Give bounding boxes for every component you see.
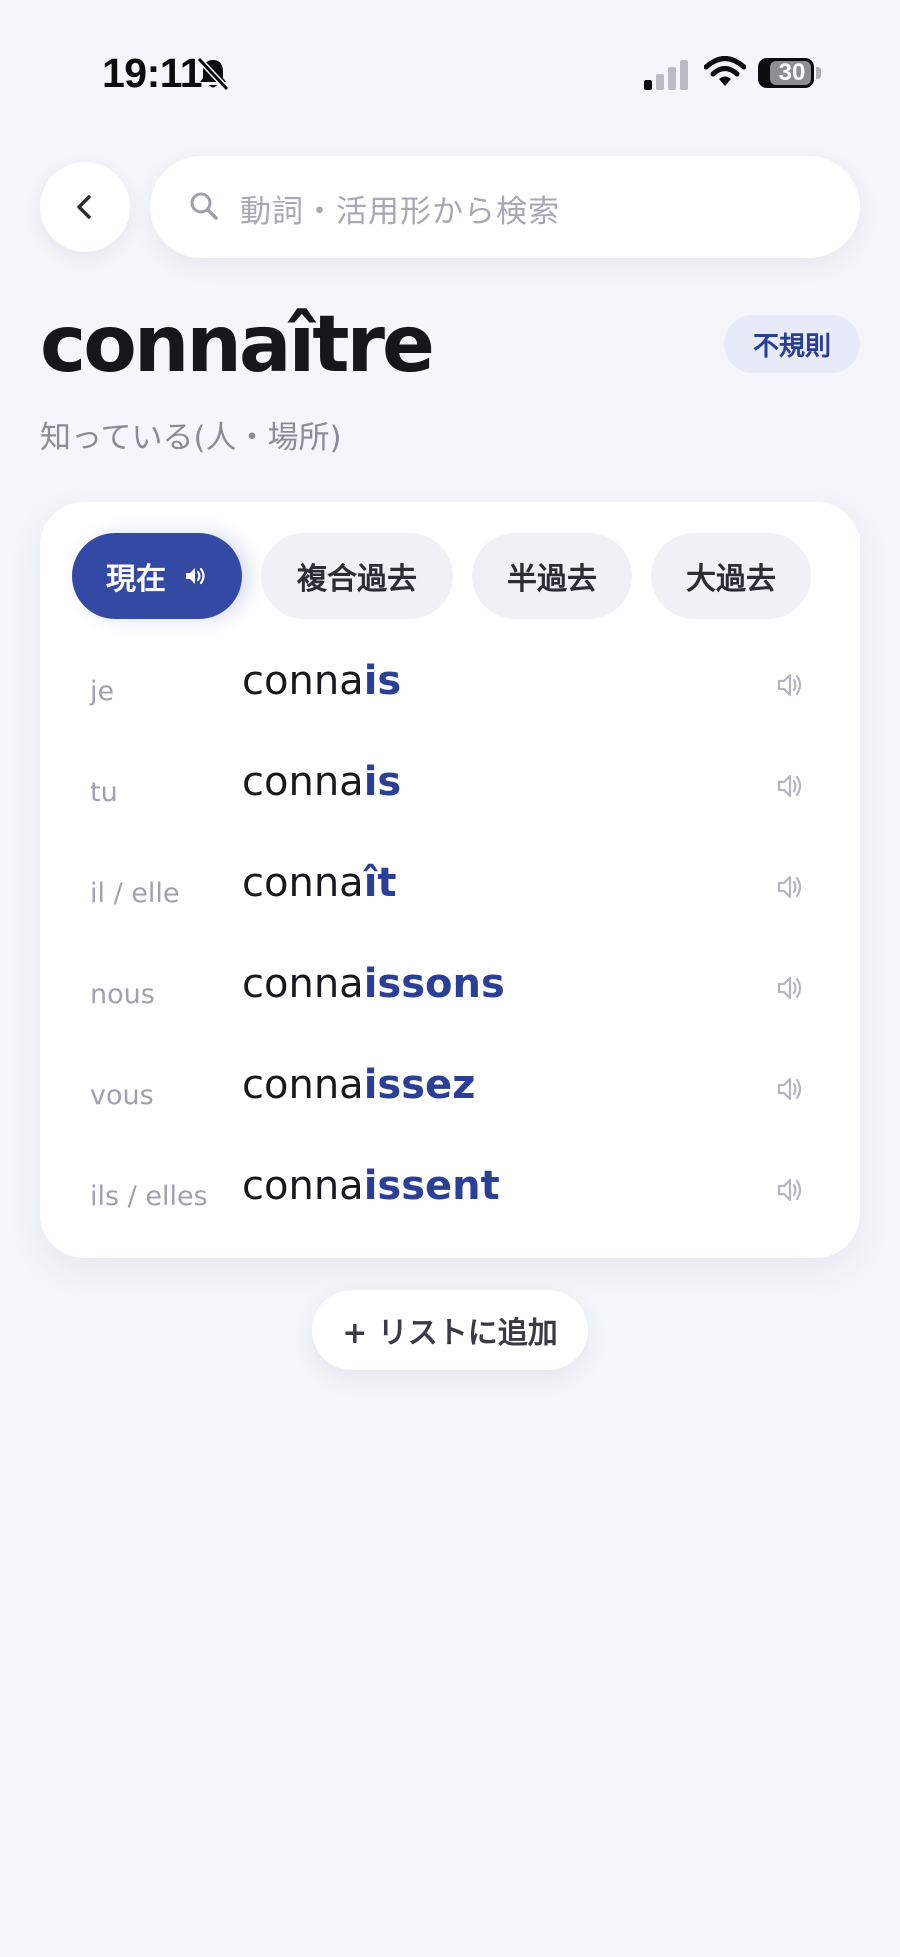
pronoun: vous bbox=[90, 1080, 154, 1111]
form-ending: issez bbox=[363, 1062, 476, 1108]
tab-present[interactable]: 現在 bbox=[72, 533, 242, 619]
search-icon bbox=[190, 192, 218, 220]
bell-slash-icon bbox=[196, 56, 230, 92]
form-ending: issent bbox=[363, 1163, 500, 1209]
conjugation-row: je connais bbox=[40, 640, 860, 740]
tab-plus-que-parfait[interactable]: 大過去 bbox=[651, 533, 811, 619]
chevron-left-icon bbox=[77, 195, 91, 219]
conjugated-form: connais bbox=[242, 658, 401, 704]
add-to-list-button[interactable]: + リストに追加 bbox=[312, 1290, 588, 1370]
pronoun: il / elle bbox=[90, 878, 180, 909]
conjugated-form: connaît bbox=[242, 860, 397, 906]
search-input[interactable]: 動詞・活用形から検索 bbox=[150, 156, 860, 258]
conjugation-row: il / elle connaît bbox=[40, 842, 860, 942]
cellular-signal-icon bbox=[644, 60, 688, 90]
wifi-icon bbox=[704, 56, 746, 86]
form-stem: conna bbox=[242, 658, 364, 704]
conjugated-form: connais bbox=[242, 759, 401, 805]
back-button[interactable] bbox=[40, 162, 130, 252]
conjugation-row: vous connaissez bbox=[40, 1044, 860, 1144]
form-stem: conna bbox=[242, 759, 364, 805]
speaker-icon[interactable] bbox=[776, 1074, 806, 1104]
form-ending: ît bbox=[363, 860, 397, 906]
conjugated-form: connaissons bbox=[242, 961, 505, 1007]
pronoun: ils / elles bbox=[90, 1181, 208, 1212]
search-placeholder: 動詞・活用形から検索 bbox=[240, 194, 560, 230]
tab-label: 現在 bbox=[106, 562, 166, 597]
pronoun: nous bbox=[90, 979, 155, 1010]
speaker-icon[interactable] bbox=[776, 771, 806, 801]
form-stem: conna bbox=[242, 1062, 364, 1108]
tense-tabs: 現在 複合過去 半過去 大過去 bbox=[72, 533, 860, 619]
verb-meaning: 知っている(人・場所) bbox=[40, 420, 342, 456]
speaker-icon[interactable] bbox=[776, 973, 806, 1003]
form-ending: issons bbox=[363, 961, 505, 1007]
speaker-icon[interactable] bbox=[776, 670, 806, 700]
form-stem: conna bbox=[242, 1163, 364, 1209]
conjugated-form: connaissez bbox=[242, 1062, 475, 1108]
conjugated-form: connaissent bbox=[242, 1163, 500, 1209]
status-time: 19:11 bbox=[102, 50, 203, 96]
form-ending: is bbox=[363, 658, 402, 704]
conjugation-row: tu connais bbox=[40, 741, 860, 841]
speaker-icon[interactable] bbox=[184, 564, 208, 588]
form-stem: conna bbox=[242, 860, 364, 906]
verb-title: connaître bbox=[40, 300, 435, 390]
conjugation-row: ils / elles connaissent bbox=[40, 1145, 860, 1245]
screen: 19:11 30 動詞・活用形から検索 connaître 不規則 知っている(… bbox=[0, 0, 900, 1957]
battery-icon: 30 bbox=[758, 58, 814, 88]
form-ending: is bbox=[363, 759, 402, 805]
pronoun: je bbox=[90, 676, 115, 707]
form-stem: conna bbox=[242, 961, 364, 1007]
speaker-icon[interactable] bbox=[776, 872, 806, 902]
speaker-icon[interactable] bbox=[776, 1175, 806, 1205]
tab-passe-compose[interactable]: 複合過去 bbox=[261, 533, 453, 619]
conjugation-row: nous connaissons bbox=[40, 943, 860, 1043]
tab-imparfait[interactable]: 半過去 bbox=[472, 533, 632, 619]
pronoun: tu bbox=[90, 777, 118, 808]
conjugation-card: 現在 複合過去 半過去 大過去 je connais tu connais il… bbox=[40, 502, 860, 1258]
irregular-badge: 不規則 bbox=[724, 315, 860, 373]
